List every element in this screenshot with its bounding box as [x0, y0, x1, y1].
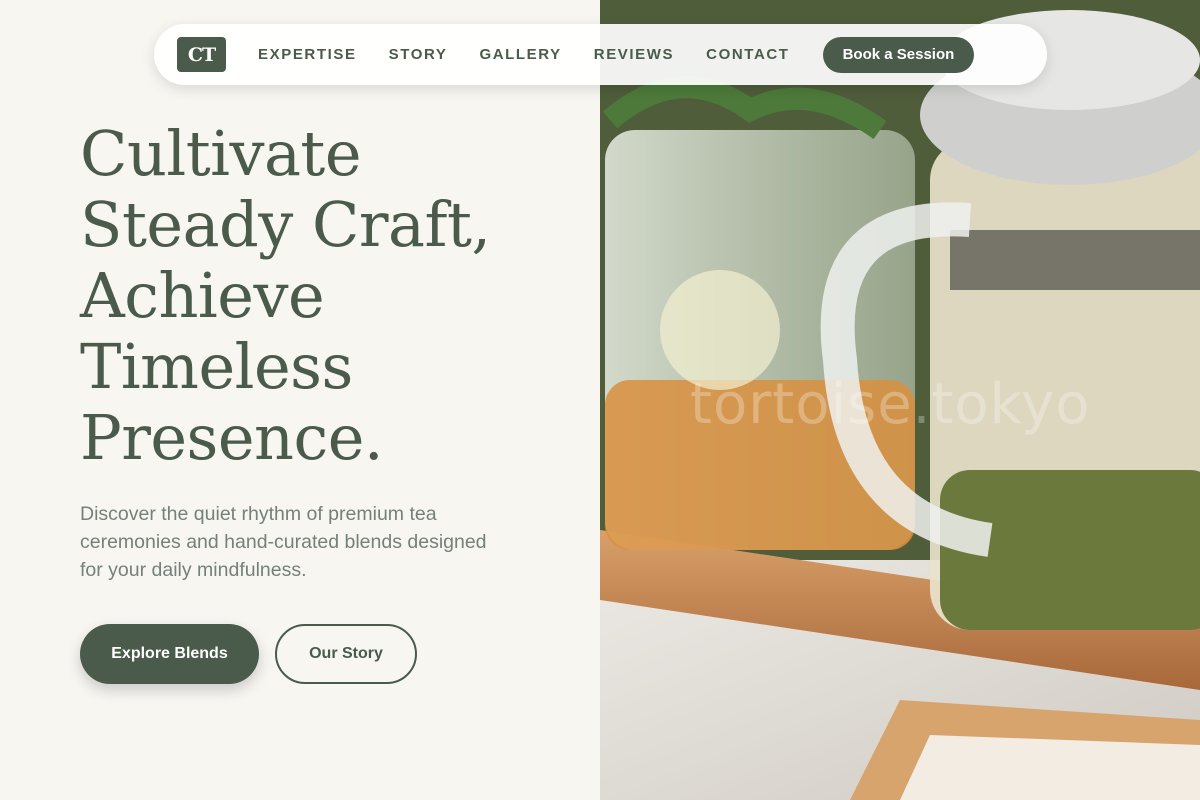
- our-story-button[interactable]: Our Story: [275, 624, 417, 684]
- book-session-button[interactable]: Book a Session: [822, 36, 975, 73]
- watermark-text: tortoise.tokyo: [690, 372, 1091, 437]
- nav-link-reviews[interactable]: REVIEWS: [594, 46, 674, 63]
- nav-link-contact[interactable]: CONTACT: [706, 46, 789, 63]
- explore-blends-button[interactable]: Explore Blends: [80, 624, 259, 684]
- nav-link-gallery[interactable]: GALLERY: [479, 46, 561, 63]
- hero-title: Cultivate Steady Craft, Achieve Timeless…: [80, 118, 580, 473]
- hero-description: Discover the quiet rhythm of premium tea…: [80, 503, 487, 581]
- nav-links: EXPERTISE STORY GALLERY REVIEWS CONTACT: [258, 46, 822, 63]
- brand-logo[interactable]: CT: [177, 37, 226, 72]
- hero-title-line: Achieve: [80, 259, 325, 332]
- top-navbar: CT EXPERTISE STORY GALLERY REVIEWS CONTA…: [154, 24, 1047, 85]
- hero-title-line: Timeless: [80, 330, 353, 403]
- nav-link-expertise[interactable]: EXPERTISE: [258, 46, 357, 63]
- hero-title-line: Presence.: [80, 401, 384, 474]
- nav-link-story[interactable]: STORY: [389, 46, 448, 63]
- hero-title-line: Steady Craft,: [80, 188, 491, 261]
- hero-title-line: Cultivate: [80, 117, 362, 190]
